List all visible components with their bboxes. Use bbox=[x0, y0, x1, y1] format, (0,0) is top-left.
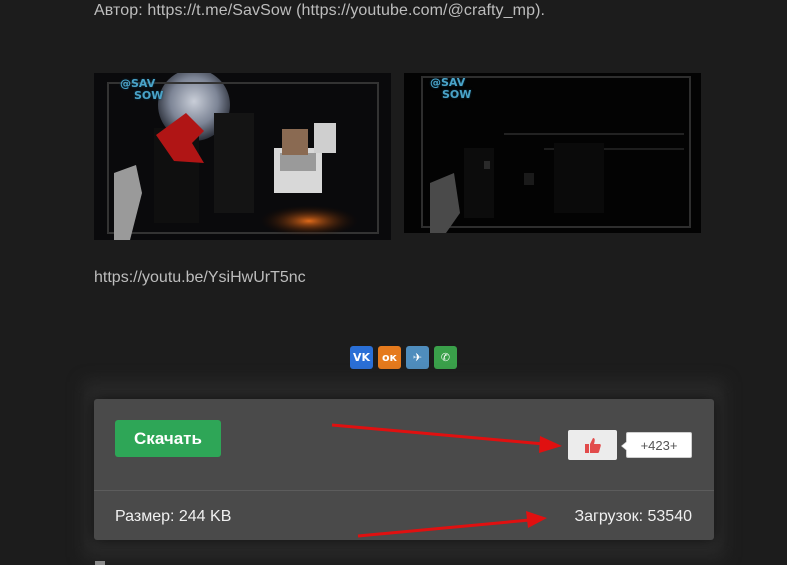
watermark-line2: SOW bbox=[134, 89, 164, 102]
screenshot-image-2[interactable]: @SAV SOW bbox=[404, 73, 701, 233]
panel-divider bbox=[94, 490, 714, 491]
telegram-icon[interactable]: ✈ bbox=[406, 346, 429, 369]
content-stub bbox=[95, 561, 105, 565]
whatsapp-icon[interactable]: ✆ bbox=[434, 346, 457, 369]
download-button[interactable]: Скачать bbox=[115, 420, 221, 457]
download-panel: Скачать +423+ Размер: 244 KB Загрузок: 5… bbox=[94, 399, 714, 540]
youtube-link[interactable]: https://youtu.be/YsiHwUrT5nc bbox=[94, 269, 306, 287]
screenshot-image-1[interactable]: @SAV SOW bbox=[94, 73, 391, 240]
watermark-line1: @SAV bbox=[120, 77, 156, 90]
watermark-line2: SOW bbox=[442, 88, 472, 101]
author-line: Автор: https://t.me/SavSow (https://yout… bbox=[94, 2, 546, 19]
thumbs-up-icon bbox=[584, 437, 601, 453]
vk-icon[interactable]: VK bbox=[350, 346, 373, 369]
watermark-line1: @SAV bbox=[430, 76, 466, 89]
file-size: Размер: 244 KB bbox=[115, 508, 232, 525]
download-count: Загрузок: 53540 bbox=[574, 508, 692, 525]
like-button[interactable] bbox=[568, 430, 617, 460]
like-count: +423+ bbox=[621, 432, 692, 458]
odnoklassniki-icon[interactable]: ок bbox=[378, 346, 401, 369]
